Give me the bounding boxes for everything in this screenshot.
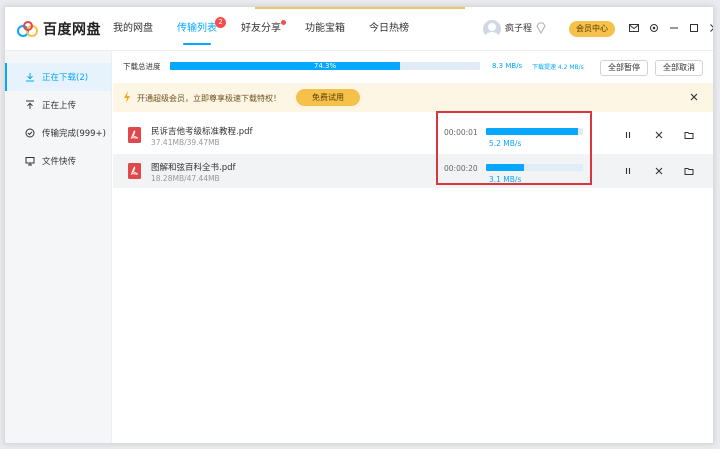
file-size: 37.41MB/39.47MB bbox=[151, 138, 220, 147]
sidebar-item-completed[interactable]: 传输完成(999+) bbox=[5, 119, 111, 147]
folder-icon bbox=[684, 132, 694, 139]
file-progress-bar bbox=[486, 128, 583, 135]
file-size: 18.28MB/47.44MB bbox=[151, 174, 220, 183]
vip-center-button[interactable]: 会员中心 bbox=[569, 21, 615, 37]
nav-friend-share[interactable]: 好友分享 bbox=[241, 7, 286, 51]
monitor-icon bbox=[25, 157, 35, 166]
window-controls bbox=[627, 20, 713, 36]
overall-speed: 8.3 MB/s bbox=[492, 62, 523, 70]
nav-label: 功能宝箱 bbox=[305, 23, 345, 34]
mail-button[interactable] bbox=[627, 20, 641, 36]
sidebar-item-uploading[interactable]: 正在上传 bbox=[5, 91, 111, 119]
open-folder-button[interactable] bbox=[683, 129, 695, 141]
folder-icon bbox=[684, 168, 694, 175]
pause-icon bbox=[625, 168, 631, 174]
upload-icon bbox=[26, 100, 34, 109]
app-window: 百度网盘 我的网盘 传输列表 2 好友分享 功能宝箱 今日热榜 疯子程 会员中心… bbox=[4, 6, 714, 444]
sidebar-item-downloading[interactable]: 正在下载(2) bbox=[5, 63, 111, 91]
file-progress-fill bbox=[486, 164, 524, 171]
nav-label: 我的网盘 bbox=[113, 23, 153, 34]
minimize-button[interactable] bbox=[667, 20, 681, 36]
cancel-download-button[interactable] bbox=[653, 129, 665, 141]
check-circle-icon bbox=[25, 128, 35, 138]
sidebar-item-label: 正在上传 bbox=[42, 101, 77, 111]
pause-all-button[interactable]: 全部暂停 bbox=[600, 60, 648, 76]
file-name: 民诉吉他考级标准教程.pdf bbox=[151, 127, 253, 137]
username[interactable]: 疯子程 bbox=[505, 21, 532, 34]
pdf-file-icon bbox=[128, 127, 141, 143]
banner-text: 开通超级会员，立即尊享极速下载特权！ bbox=[137, 94, 281, 103]
gear-icon bbox=[650, 24, 658, 32]
lightning-icon bbox=[124, 91, 130, 103]
mail-icon bbox=[629, 24, 639, 32]
pause-button[interactable] bbox=[622, 165, 634, 177]
table-row[interactable]: 图解和弦百科全书.pdf 18.28MB/47.44MB 00:00:20 3.… bbox=[113, 154, 713, 188]
nav-hot-list[interactable]: 今日热榜 bbox=[369, 7, 409, 51]
file-name: 图解和弦百科全书.pdf bbox=[151, 163, 236, 173]
close-icon bbox=[655, 167, 663, 175]
cancel-all-button[interactable]: 全部取消 bbox=[655, 60, 703, 76]
overall-progress-label: 下载总进度 bbox=[123, 62, 161, 71]
transfer-sidebar: 正在下载(2) 正在上传 传输完成(999+) 文件快传 bbox=[5, 51, 112, 443]
close-icon bbox=[710, 24, 713, 32]
sidebar-item-quick-transfer[interactable]: 文件快传 bbox=[5, 147, 111, 175]
app-name: 百度网盘 bbox=[43, 22, 101, 38]
overall-progress: 下载总进度 74.3% 8.3 MB/s 下载提速 4.2 MB/s 全部暂停 … bbox=[113, 51, 713, 79]
sidebar-item-label: 文件快传 bbox=[42, 157, 77, 167]
open-folder-button[interactable] bbox=[683, 165, 695, 177]
time-remaining: 00:00:20 bbox=[444, 164, 478, 173]
top-bar: 百度网盘 我的网盘 传输列表 2 好友分享 功能宝箱 今日热榜 疯子程 会员中心 bbox=[5, 7, 713, 51]
speed-boost-link[interactable]: 下载提速 4.2 MB/s bbox=[532, 62, 584, 71]
close-icon[interactable] bbox=[689, 92, 699, 102]
cancel-download-button[interactable] bbox=[653, 165, 665, 177]
sidebar-item-label: 传输完成(999+) bbox=[42, 129, 106, 139]
cloud-logo-icon bbox=[17, 21, 38, 37]
minimize-icon bbox=[670, 27, 678, 29]
close-window-button[interactable] bbox=[707, 20, 713, 36]
main-nav: 我的网盘 传输列表 2 好友分享 功能宝箱 今日热榜 bbox=[113, 7, 433, 51]
time-remaining: 00:00:01 bbox=[444, 128, 478, 137]
settings-button[interactable] bbox=[647, 20, 661, 36]
nav-label: 今日热榜 bbox=[369, 23, 409, 34]
file-speed: 5.2 MB/s bbox=[489, 139, 522, 148]
nav-transfer-list[interactable]: 传输列表 2 bbox=[177, 7, 226, 51]
free-trial-button[interactable]: 免费试用 bbox=[296, 89, 360, 106]
app-logo: 百度网盘 bbox=[17, 19, 101, 39]
close-icon bbox=[655, 131, 663, 139]
nav-my-drive[interactable]: 我的网盘 bbox=[113, 7, 153, 51]
pdf-file-icon bbox=[128, 163, 141, 179]
nav-label: 好友分享 bbox=[241, 23, 281, 34]
nav-toolbox[interactable]: 功能宝箱 bbox=[305, 7, 345, 51]
maximize-button[interactable] bbox=[687, 20, 701, 36]
download-icon bbox=[26, 73, 34, 82]
pause-button[interactable] bbox=[622, 129, 634, 141]
download-panel: 下载总进度 74.3% 8.3 MB/s 下载提速 4.2 MB/s 全部暂停 … bbox=[113, 51, 713, 443]
table-row[interactable]: 民诉吉他考级标准教程.pdf 37.41MB/39.47MB 00:00:01 … bbox=[113, 118, 713, 152]
notification-dot bbox=[281, 20, 286, 25]
avatar[interactable] bbox=[483, 20, 501, 38]
overall-progress-percent: 74.3% bbox=[313, 62, 337, 70]
file-speed: 3.1 MB/s bbox=[489, 175, 522, 184]
vip-promo-banner: 开通超级会员，立即尊享极速下载特权！ 免费试用 bbox=[113, 83, 713, 112]
nav-label: 传输列表 bbox=[177, 23, 217, 34]
file-progress-fill bbox=[486, 128, 579, 135]
transfer-count-badge: 2 bbox=[215, 17, 226, 28]
maximize-icon bbox=[690, 24, 698, 32]
user-avatar-icon bbox=[485, 23, 499, 38]
file-progress-bar bbox=[486, 164, 583, 171]
diamond-icon bbox=[536, 22, 546, 34]
overall-progress-bar: 74.3% bbox=[170, 62, 480, 70]
sidebar-item-label: 正在下载(2) bbox=[42, 73, 89, 83]
pause-icon bbox=[625, 132, 631, 138]
